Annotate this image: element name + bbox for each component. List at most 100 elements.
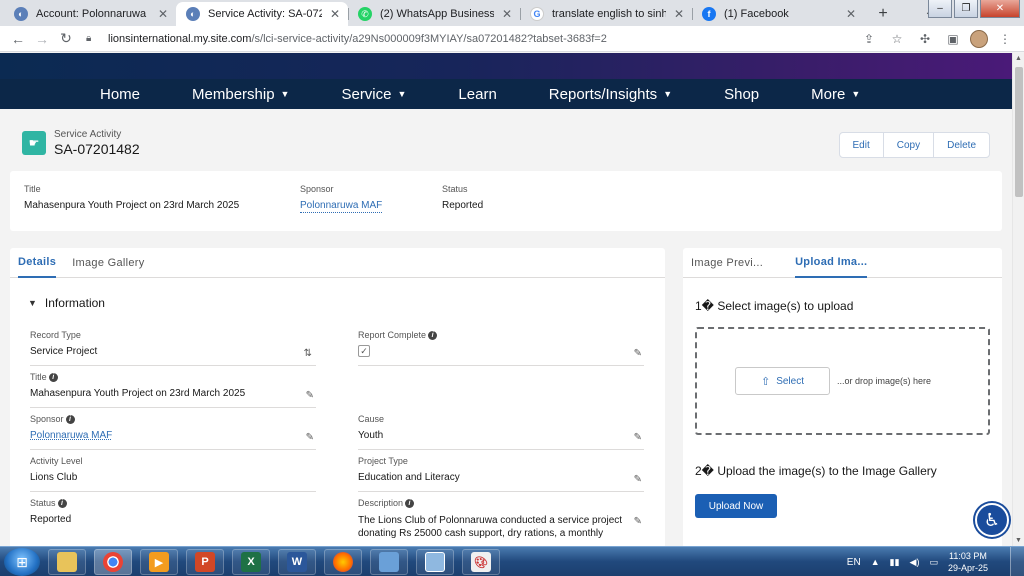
edit-pencil-icon[interactable]: ✎	[634, 516, 642, 527]
section-information-toggle[interactable]: ▼ Information	[28, 296, 105, 310]
forward-arrow-icon[interactable]: →	[30, 28, 54, 50]
field-label: Record Type	[30, 330, 81, 340]
language-indicator[interactable]: EN	[847, 557, 861, 568]
image-dropzone[interactable]: ⇧ Select ...or drop image(s) here	[695, 327, 990, 435]
media-player-icon[interactable]: ▶	[140, 549, 178, 575]
tab-upload-images[interactable]: Upload Ima...	[795, 248, 868, 278]
app-window-icon[interactable]	[370, 549, 408, 575]
field-label-wrap: Sponsor i	[30, 414, 316, 424]
nav-item-more[interactable]: More ▼	[811, 86, 860, 103]
info-icon[interactable]: i	[428, 330, 438, 340]
browser-tab-service-activity[interactable]: ◐ Service Activity: SA-07201482 ✕	[176, 2, 348, 26]
profile-avatar[interactable]	[970, 30, 988, 48]
edit-button[interactable]: Edit	[840, 133, 883, 157]
word-icon[interactable]: W	[278, 549, 316, 575]
new-tab-button[interactable]: +	[870, 3, 896, 25]
info-icon[interactable]: i	[57, 498, 67, 508]
browser-tab-whatsapp[interactable]: ✆ (2) WhatsApp Business ✕	[348, 2, 520, 26]
sponsor-link[interactable]: Polonnaruwa MAF	[300, 200, 383, 213]
google-favicon-icon: G	[530, 7, 544, 21]
scroll-down-icon[interactable]: ▼	[1015, 537, 1022, 544]
copy-button[interactable]: Copy	[882, 133, 933, 157]
highlight-status: Status Reported	[442, 184, 483, 211]
chrome-icon[interactable]	[94, 549, 132, 575]
field-sponsor: Sponsor i Polonnaruwa MAF ✎	[30, 414, 316, 450]
reload-icon[interactable]: ↻	[54, 28, 78, 50]
tab-image-gallery[interactable]: Image Gallery	[72, 248, 162, 278]
sponsor-link[interactable]: Polonnaruwa MAF	[30, 430, 316, 441]
firefox-icon[interactable]	[324, 549, 362, 575]
nav-label: Membership	[192, 85, 275, 103]
upload-tabs: Image Previ... Upload Ima...	[683, 248, 1002, 278]
web-page: Home Membership ▼ Service ▼ Learn Reports/…	[0, 53, 1012, 546]
tray-expand-icon[interactable]: ▲	[871, 557, 880, 567]
network-icon[interactable]: ▮▮	[890, 557, 900, 568]
nav-item-learn[interactable]: Learn	[458, 86, 496, 103]
file-explorer-icon[interactable]	[48, 549, 86, 575]
edit-pencil-icon[interactable]: ✎	[634, 432, 642, 443]
close-tab-icon[interactable]: ✕	[328, 7, 342, 21]
side-panel-icon[interactable]: ▣	[942, 28, 964, 50]
nav-item-home[interactable]: Home	[100, 86, 140, 103]
nav-item-shop[interactable]: Shop	[724, 86, 759, 103]
browser-tab-google-translate[interactable]: G translate english to sinhala - G ✕	[520, 2, 692, 26]
share-icon[interactable]: ⇪	[858, 28, 880, 50]
url-field[interactable]: 🔒︎ lionsinternational.my.site.com/s/lci-…	[86, 28, 896, 50]
system-tray: EN ▲ ▮▮ ◀︎) ▭ 11:03 PM 29-Apr-25	[847, 547, 988, 576]
clock[interactable]: 11:03 PM 29-Apr-25	[948, 550, 988, 574]
close-window-button[interactable]: ✕	[980, 0, 1020, 18]
nav-item-service[interactable]: Service ▼	[341, 86, 406, 103]
bookmark-star-icon[interactable]: ☆	[886, 28, 908, 50]
close-tab-icon[interactable]: ✕	[156, 7, 170, 21]
excel-icon[interactable]: X	[232, 549, 270, 575]
browser-tab-account[interactable]: ◐ Account: Polonnaruwa MAF ✕	[4, 2, 176, 26]
select-label: Select	[776, 375, 804, 387]
url-path: /s/lci-service-activity/a29Ns000009f3MYI…	[251, 32, 607, 45]
tab-image-preview[interactable]: Image Previ...	[691, 248, 781, 278]
restore-button[interactable]: ❐	[954, 0, 978, 18]
upload-now-button[interactable]: Upload Now	[695, 494, 777, 518]
paint-icon[interactable]: 🎨︎	[462, 549, 500, 575]
windows-start-button[interactable]: ⊞	[4, 548, 40, 576]
edit-pencil-icon[interactable]: ✎	[634, 474, 642, 485]
volume-icon[interactable]: ◀︎)	[910, 557, 920, 568]
page-scrollbar[interactable]: ▲ ▼	[1012, 53, 1024, 546]
delete-button[interactable]: Delete	[933, 133, 989, 157]
nav-item-membership[interactable]: Membership ▼	[192, 86, 289, 103]
scroll-up-icon[interactable]: ▲	[1015, 55, 1022, 62]
back-arrow-icon[interactable]: ←	[6, 28, 30, 50]
change-record-type-icon[interactable]: ⇅	[304, 348, 312, 359]
close-tab-icon[interactable]: ✕	[672, 7, 686, 21]
nav-label: Reports/Insights	[548, 85, 658, 103]
field-label-wrap: Status i	[30, 498, 316, 508]
service-activity-icon: ☛	[22, 131, 46, 155]
powerpoint-icon[interactable]: P	[186, 549, 224, 575]
close-tab-icon[interactable]: ✕	[500, 7, 514, 21]
info-icon[interactable]: i	[48, 372, 58, 382]
tab-details[interactable]: Details	[18, 248, 57, 278]
field-value: Youth	[358, 430, 384, 441]
chevron-down-icon: ▼	[663, 89, 673, 99]
record-object-label: Service Activity	[54, 129, 122, 140]
edit-pencil-icon[interactable]: ✎	[306, 432, 314, 443]
browser-menu-icon[interactable]: ⋮	[994, 28, 1016, 50]
edit-pencil-icon[interactable]: ✎	[306, 390, 314, 401]
select-images-button[interactable]: ⇧ Select	[735, 367, 830, 395]
nav-item-reports-insights[interactable]: Reports/Insights ▼	[549, 86, 672, 103]
field-value: The Lions Club of Polonnaruwa conducted …	[358, 515, 623, 539]
info-icon[interactable]: i	[405, 498, 415, 508]
edit-pencil-icon[interactable]: ✎	[634, 348, 642, 359]
nav-label: Learn	[458, 85, 497, 103]
accessibility-icon[interactable]: ♿︎	[975, 503, 1009, 537]
monitor-app-icon[interactable]	[416, 549, 454, 575]
highlight-title: Title Mahasenpura Youth Project on 23rd …	[24, 184, 239, 211]
extensions-puzzle-icon[interactable]: ✣	[914, 28, 936, 50]
whatsapp-favicon-icon: ✆	[358, 7, 372, 21]
close-tab-icon[interactable]: ✕	[844, 7, 858, 21]
info-icon[interactable]: i	[65, 414, 75, 424]
browser-tab-facebook[interactable]: f (1) Facebook ✕	[692, 2, 864, 26]
show-desktop-button[interactable]	[1010, 547, 1024, 576]
minimize-button[interactable]: –	[928, 0, 952, 18]
battery-icon[interactable]: ▭	[929, 557, 938, 568]
scrollbar-thumb[interactable]	[1015, 67, 1023, 197]
